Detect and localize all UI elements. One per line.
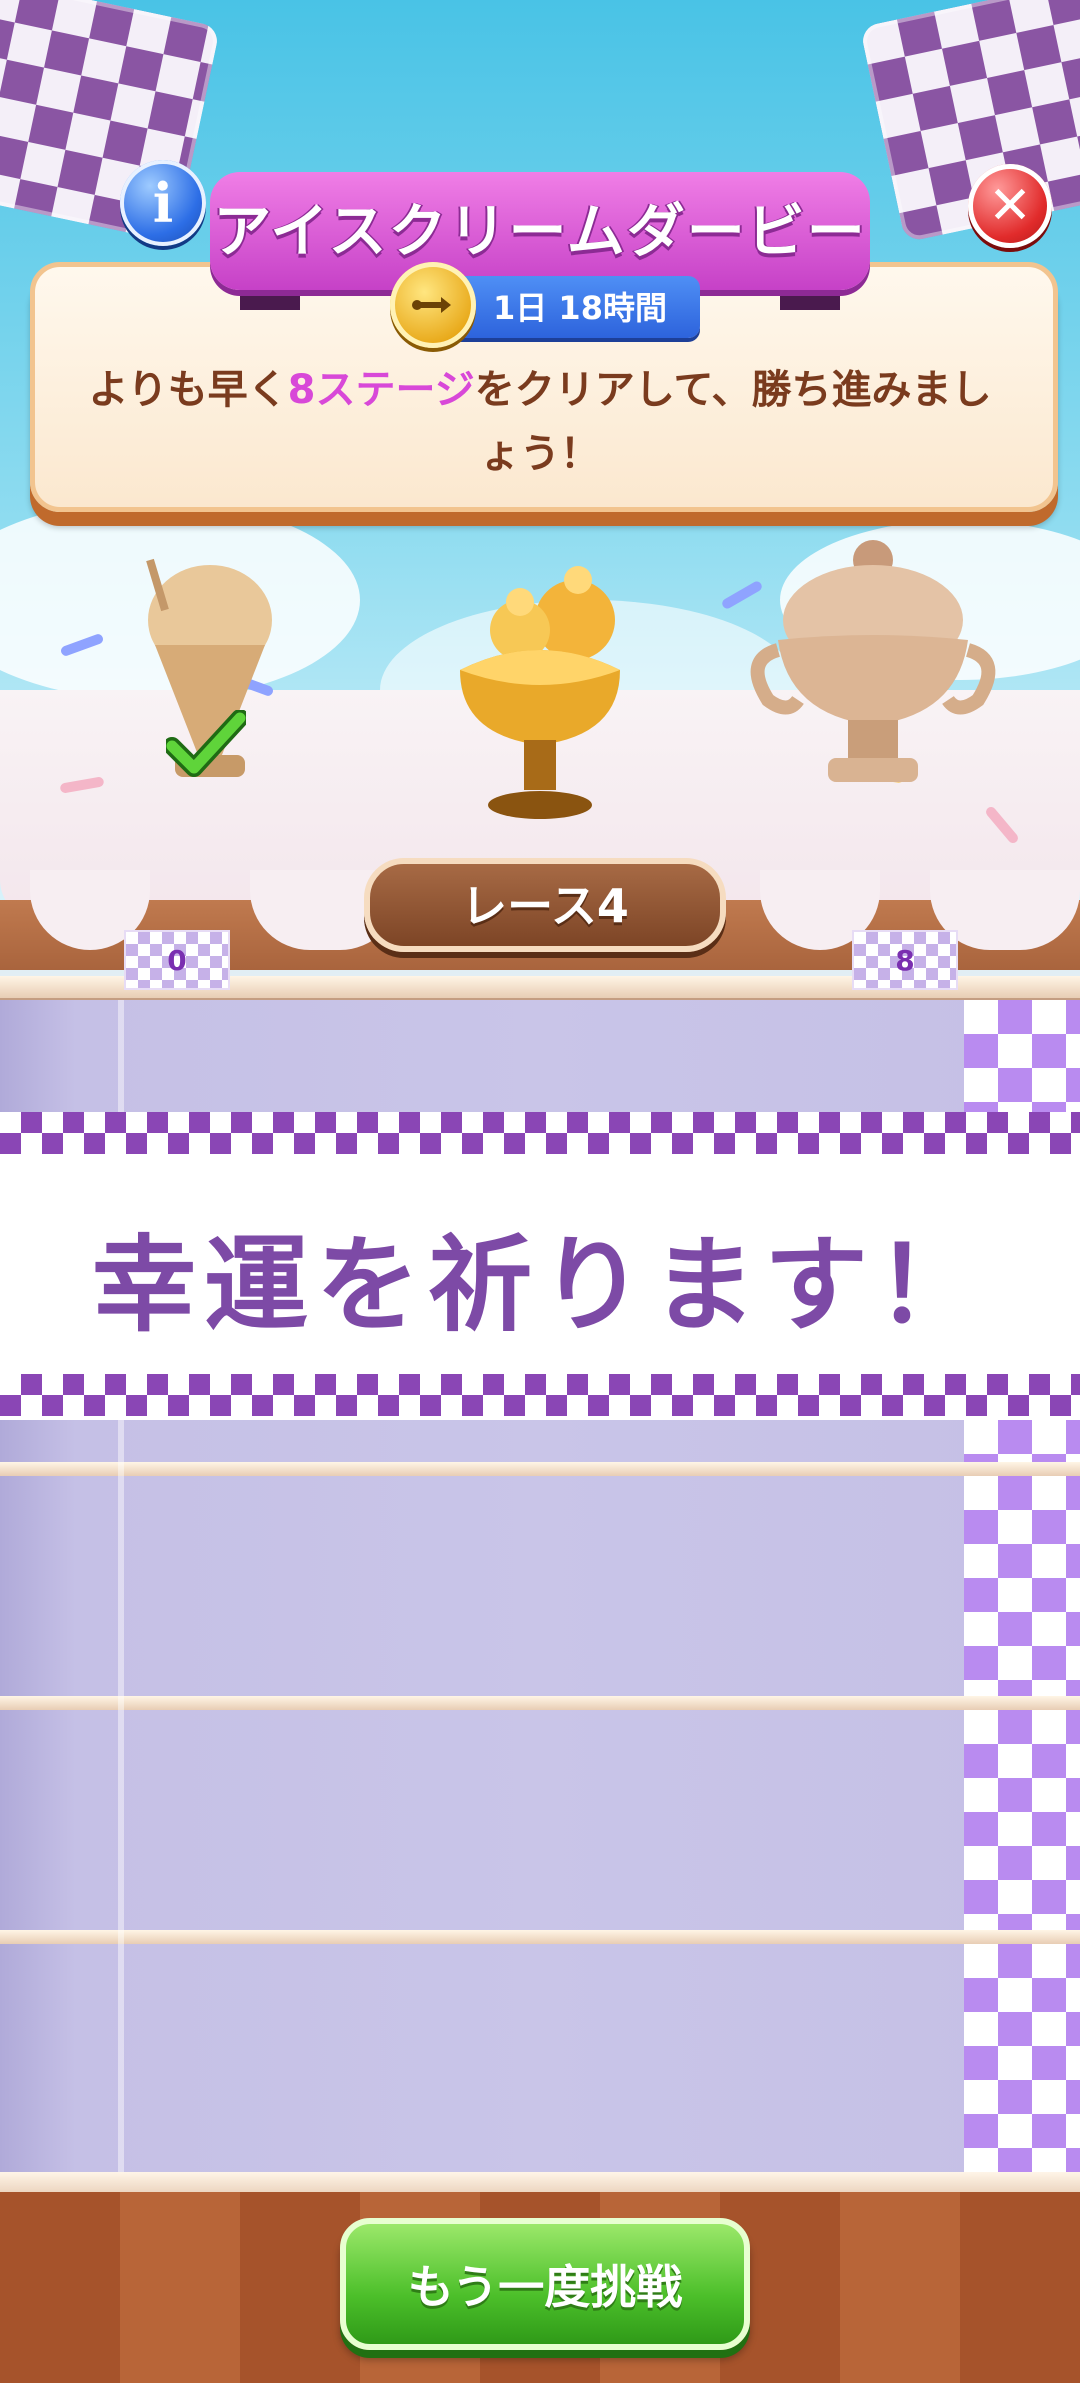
- finish-checker: [964, 1710, 1080, 1930]
- finish-checker: [964, 1944, 1080, 2172]
- sundae-trophy: [450, 560, 630, 830]
- lane-divider: [0, 1462, 1080, 1476]
- info-icon: i: [152, 171, 174, 235]
- lane-divider: [0, 1696, 1080, 1710]
- event-title: アイスクリームダービー: [213, 197, 867, 265]
- close-button[interactable]: ✕: [968, 164, 1052, 248]
- start-marker: 0: [124, 930, 230, 990]
- info-description: よりも早く8ステージをクリアして、勝ち進みましょう！: [80, 358, 1000, 486]
- lane-divider: [0, 1930, 1080, 1944]
- finish-checker: [964, 1000, 1080, 1112]
- race-lane: [0, 1000, 1080, 1112]
- cup-trophy: [748, 530, 998, 800]
- info-button[interactable]: i: [120, 160, 206, 246]
- finish-marker: 8: [852, 930, 958, 990]
- close-icon: ✕: [988, 176, 1032, 236]
- finish-checker: [964, 1420, 1080, 1462]
- banner-checker-top: [0, 1112, 1080, 1154]
- time-remaining: 1日 18時間: [493, 289, 667, 327]
- race-lane: [0, 1944, 1080, 2172]
- checkmark-icon: [163, 709, 249, 780]
- good-luck-message: 幸運を祈ります！: [91, 1224, 988, 1346]
- derby-screen: レース4 0 8 幸運を祈ります！ よりも早く8ステージをクリアして、勝ち進みま…: [0, 0, 1080, 2383]
- description-suffix: をクリアして、勝ち進みましょう！: [474, 367, 992, 477]
- retry-button[interactable]: もう一度挑戦: [340, 2218, 750, 2350]
- description-prefix: よりも早く: [88, 367, 288, 413]
- description-highlight: 8ステージ: [287, 367, 475, 413]
- banner-checker-bottom: [0, 1374, 1080, 1416]
- race-lane: [0, 1710, 1080, 1932]
- clock-icon: [390, 262, 476, 348]
- race-label: レース4: [461, 879, 629, 933]
- finish-checker: [964, 1476, 1080, 1696]
- race-lane: [0, 1476, 1080, 1698]
